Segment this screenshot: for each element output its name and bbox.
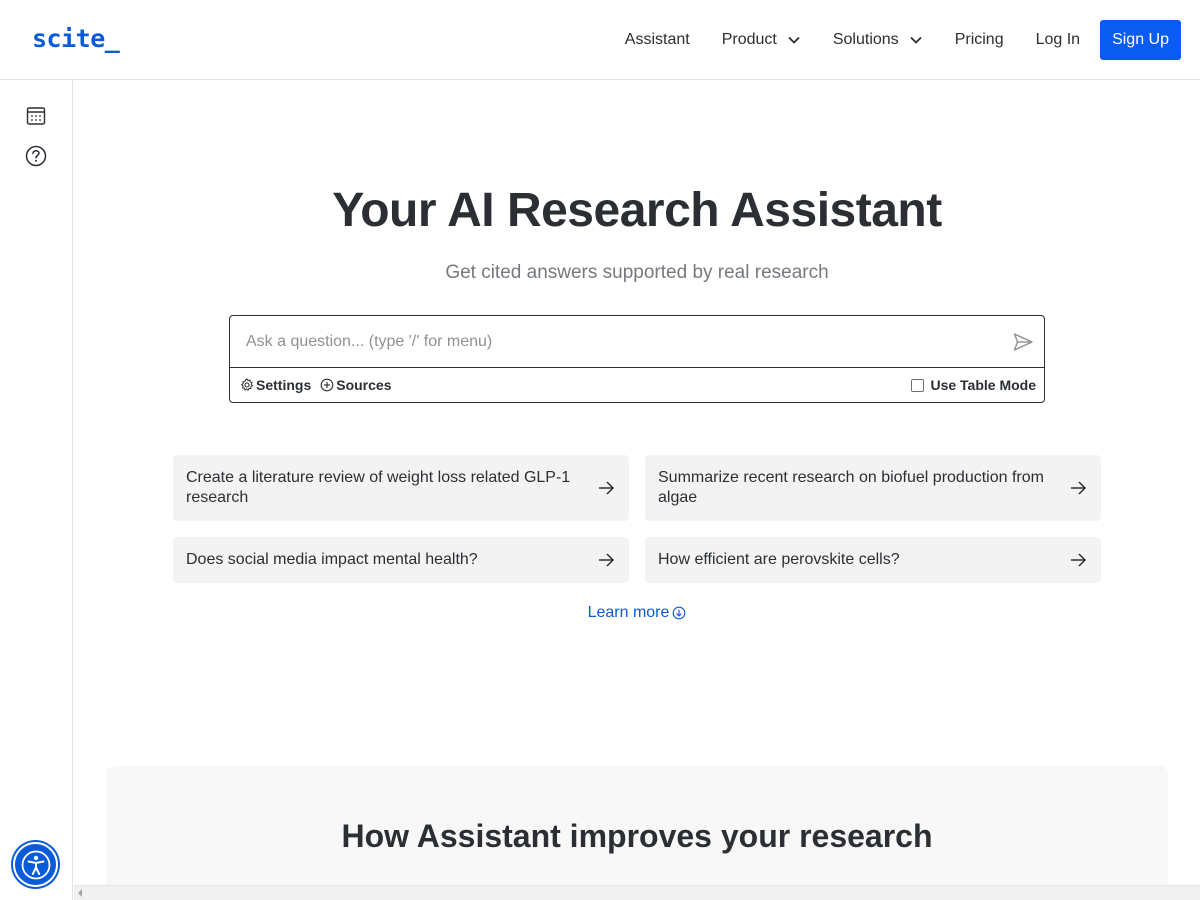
table-mode-toggle[interactable]: Use Table Mode	[911, 377, 1036, 393]
nav-pricing[interactable]: Pricing	[955, 31, 1004, 49]
signup-button[interactable]: Sign Up	[1100, 20, 1181, 60]
question-box: Settings Sources Use Table Mode	[229, 315, 1045, 403]
calendar-icon-svg	[26, 107, 46, 125]
help-icon[interactable]	[25, 145, 47, 167]
signup-label: Sign Up	[1112, 31, 1169, 48]
left-sidebar	[0, 80, 73, 900]
page-subtitle: Get cited answers supported by real rese…	[445, 262, 829, 283]
prompt-text: Summarize recent research on biofuel pro…	[658, 469, 1044, 506]
prompt-text: Does social media impact mental health?	[186, 551, 478, 568]
main-nav: Assistant Product Solutions Pricing Log …	[625, 20, 1181, 60]
page-title: Your AI Research Assistant	[332, 184, 942, 237]
chevron-down-icon	[910, 36, 922, 44]
prompt-card[interactable]: Create a literature review of weight los…	[173, 455, 629, 521]
nav-pricing-label: Pricing	[954, 31, 1004, 48]
nav-login[interactable]: Log In	[1036, 31, 1080, 49]
calendar-icon[interactable]	[25, 105, 47, 127]
sources-label: Sources	[336, 377, 392, 393]
prompt-text: How efficient are perovskite cells?	[658, 551, 900, 568]
top-header: scite_ Assistant Product Solutions Prici…	[0, 0, 1200, 80]
features-section: How Assistant improves your research	[106, 766, 1168, 900]
accessibility-icon	[21, 850, 50, 879]
settings-label: Settings	[256, 377, 312, 393]
question-box-toolbar: Settings Sources Use Table Mode	[230, 368, 1044, 402]
prompt-card[interactable]: How efficient are perovskite cells?	[645, 537, 1101, 583]
sources-button[interactable]: Sources	[320, 377, 391, 393]
prompt-card[interactable]: Does social media impact mental health?	[173, 537, 629, 583]
learn-more-link[interactable]: Learn more	[588, 604, 687, 622]
chevron-down-icon	[788, 36, 800, 44]
arrow-right-icon	[599, 481, 615, 495]
nav-solutions-dropdown[interactable]: Solutions	[833, 31, 923, 49]
nav-solutions-label: Solutions	[832, 31, 899, 48]
send-icon[interactable]	[1012, 331, 1034, 353]
prompt-card[interactable]: Summarize recent research on biofuel pro…	[645, 455, 1101, 521]
section-title: How Assistant improves your research	[341, 818, 933, 854]
question-input[interactable]	[230, 316, 1044, 368]
help-icon-svg	[25, 145, 47, 167]
table-mode-checkbox[interactable]	[911, 378, 925, 392]
prompt-text: Create a literature review of weight los…	[186, 469, 571, 506]
gear-icon	[240, 378, 254, 391]
arrow-right-icon	[1071, 553, 1087, 567]
learn-more-label: Learn more	[587, 604, 670, 621]
scite-logo[interactable]: scite_	[32, 24, 120, 53]
arrow-right-icon	[1071, 481, 1087, 495]
nav-product-dropdown[interactable]: Product	[722, 31, 801, 49]
settings-button[interactable]: Settings	[240, 377, 311, 393]
nav-assistant-label: Assistant	[624, 31, 690, 48]
accessibility-button[interactable]	[13, 842, 58, 887]
nav-assistant[interactable]: Assistant	[625, 31, 690, 49]
arrow-down-circle-icon	[673, 606, 686, 620]
arrow-right-icon	[599, 553, 615, 567]
nav-product-label: Product	[721, 31, 777, 48]
nav-login-label: Log In	[1035, 31, 1081, 48]
scroll-left-icon[interactable]	[78, 889, 82, 897]
plus-circle-icon	[320, 378, 334, 392]
table-mode-label: Use Table Mode	[930, 377, 1036, 393]
learn-more-link-wrap: Learn more	[74, 604, 1200, 622]
horizontal-scrollbar[interactable]	[74, 885, 1200, 900]
